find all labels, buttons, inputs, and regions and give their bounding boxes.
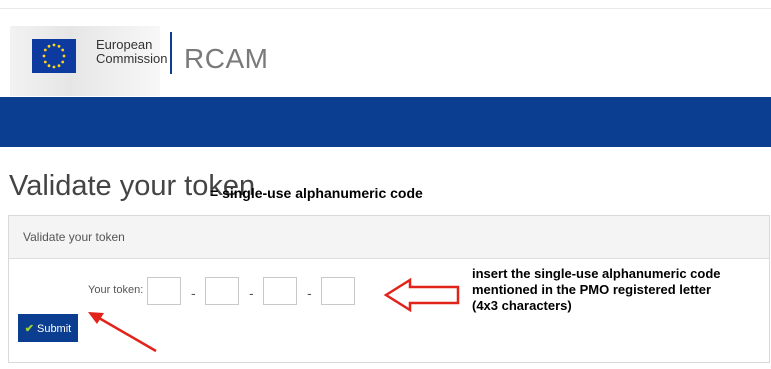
panel-heading: Validate your token xyxy=(23,230,125,244)
token-separator: - xyxy=(249,285,254,301)
organization-name-line1: European xyxy=(96,37,153,52)
token-separator: - xyxy=(191,285,196,301)
submit-button[interactable]: ✔ Submit xyxy=(18,314,78,342)
token-segment-2[interactable] xyxy=(205,277,239,305)
navigation-bar xyxy=(0,97,771,147)
organization-name: European Commission xyxy=(96,38,168,66)
organization-name-line2: Commission xyxy=(96,51,168,66)
token-label: Your token: xyxy=(88,284,144,296)
token-separator: - xyxy=(307,285,312,301)
panel-header: Validate your token xyxy=(9,216,769,259)
instruction-line3: (4x3 characters) xyxy=(472,298,572,313)
header-divider xyxy=(170,32,172,74)
app-title: RCAM xyxy=(184,43,269,74)
instruction-line2: mentioned in the PMO registered letter xyxy=(472,282,712,297)
submit-label: Submit xyxy=(36,322,72,335)
instruction-annotation: insert the single-use alphanumeric code … xyxy=(472,266,771,314)
eu-flag-icon xyxy=(32,39,76,73)
token-segment-1[interactable] xyxy=(147,277,181,305)
token-segment-4[interactable] xyxy=(321,277,355,305)
check-icon: ✔ xyxy=(24,322,34,335)
token-segment-3[interactable] xyxy=(263,277,297,305)
instruction-line1: insert the single-use alphanumeric code xyxy=(472,266,721,281)
top-divider-line xyxy=(0,8,771,9)
title-annotation: = single-use alphanumeric code xyxy=(210,185,423,201)
